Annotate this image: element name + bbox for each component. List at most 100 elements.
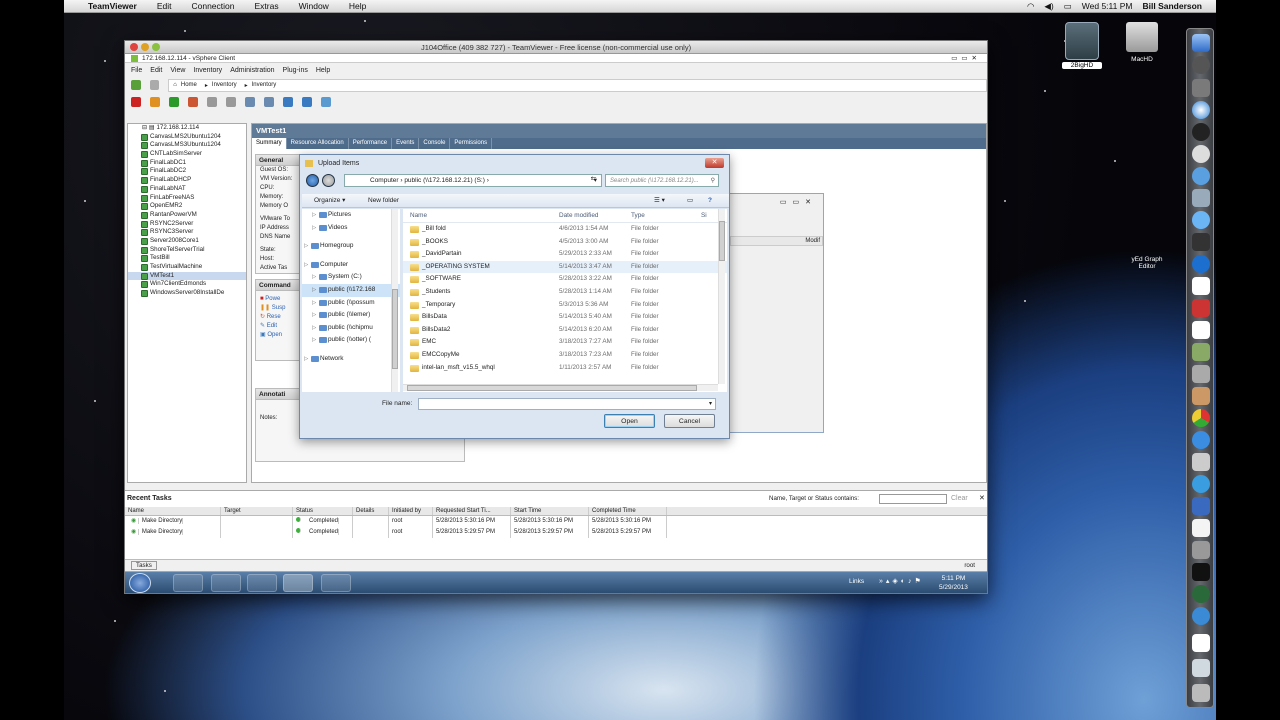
menubar-user[interactable]: Bill Sanderson bbox=[1142, 1, 1202, 12]
minimize-window-button[interactable] bbox=[141, 43, 149, 51]
nav-item[interactable]: ▷ System (C:) bbox=[302, 271, 400, 284]
tree-vm-item[interactable]: Win7ClientEdmonds bbox=[128, 280, 246, 289]
expand-arrow-icon[interactable]: ▷ bbox=[304, 353, 308, 366]
nav-item[interactable]: ▷ public (\\possum bbox=[302, 297, 400, 310]
menu-extras[interactable]: Extras bbox=[255, 1, 279, 11]
cancel-button[interactable]: Cancel bbox=[664, 414, 715, 428]
tree-vm-item[interactable]: FinalLabDC2 bbox=[128, 167, 246, 176]
suspend-icon[interactable] bbox=[150, 97, 160, 107]
menu-help[interactable]: Help bbox=[349, 1, 366, 11]
dock-finder-icon[interactable] bbox=[1192, 34, 1210, 52]
tree-vm-item[interactable]: FinalLabNAT bbox=[128, 185, 246, 194]
forward-icon[interactable] bbox=[149, 80, 160, 90]
power-off-icon[interactable] bbox=[131, 97, 141, 107]
tray-icons[interactable]: »▴◈◐♪⚑ bbox=[879, 577, 924, 585]
template-icon[interactable] bbox=[321, 97, 331, 107]
dock-script-icon[interactable] bbox=[1192, 365, 1210, 383]
clear-link[interactable]: Clear bbox=[951, 491, 968, 507]
dock-launchpad-icon[interactable] bbox=[1192, 56, 1210, 74]
tab-events[interactable]: Events bbox=[392, 138, 420, 149]
back-icon[interactable] bbox=[131, 80, 141, 90]
file-scroll-thumb[interactable] bbox=[719, 221, 725, 261]
migrate-icon[interactable] bbox=[283, 97, 293, 107]
nav-item[interactable]: ▷ public (\\chipmu bbox=[302, 322, 400, 335]
tree-vm-item[interactable]: CanvasLMS3Ubuntu1204 bbox=[128, 141, 246, 150]
desktop-icon-2bighd[interactable]: 2BigHD bbox=[1062, 22, 1102, 69]
tree-host-node[interactable]: ⊟ ▤ 172.168.12.114 bbox=[128, 124, 246, 133]
dock-app-icon[interactable] bbox=[1192, 79, 1210, 97]
menu-window[interactable]: Window bbox=[299, 1, 329, 11]
tab-permissions[interactable]: Permissions bbox=[450, 138, 493, 149]
breadcrumb-home[interactable]: Home bbox=[181, 82, 197, 88]
dock-trash-icon[interactable] bbox=[1192, 684, 1210, 702]
tree-vm-item[interactable]: OpenEMR2 bbox=[128, 202, 246, 211]
expand-icon[interactable]: ⊟ bbox=[142, 124, 149, 131]
windows-start-button[interactable] bbox=[129, 573, 151, 593]
taskbar-explorer-icon[interactable] bbox=[173, 574, 203, 592]
dock-network-icon[interactable] bbox=[1192, 167, 1210, 185]
tab-resource-allocation[interactable]: Resource Allocation bbox=[287, 138, 349, 149]
close-window-button[interactable] bbox=[130, 43, 138, 51]
wifi-icon[interactable]: ◠ bbox=[1027, 1, 1034, 12]
file-hscrollbar[interactable] bbox=[403, 384, 718, 391]
expand-arrow-icon[interactable]: ▷ bbox=[312, 209, 316, 222]
menu-app-teamviewer[interactable]: TeamViewer bbox=[88, 1, 137, 11]
dock-utility-icon[interactable] bbox=[1192, 541, 1210, 559]
breadcrumb-inventory[interactable]: Inventory bbox=[212, 82, 237, 88]
column-name[interactable]: Name bbox=[403, 209, 559, 222]
tab-performance[interactable]: Performance bbox=[349, 138, 393, 149]
dock-mail-icon[interactable] bbox=[1192, 453, 1210, 471]
dock-dashboard-icon[interactable] bbox=[1192, 123, 1210, 141]
search-input[interactable]: Search public (\\172.168.12.21)... ⚲ bbox=[605, 174, 719, 187]
desktop-icon-yed[interactable]: yEd Graph Editor bbox=[1122, 214, 1172, 270]
tree-vm-item[interactable]: CanvasLMS2Ubuntu1204 bbox=[128, 133, 246, 142]
expand-arrow-icon[interactable]: ▷ bbox=[312, 222, 316, 235]
expand-arrow-icon[interactable]: ▷ bbox=[312, 284, 316, 297]
task-column-header[interactable]: Requested Start Ti... bbox=[433, 507, 511, 515]
expand-arrow-icon[interactable]: ▷ bbox=[312, 309, 316, 322]
tree-vm-item[interactable]: CNTLabSimServer bbox=[128, 150, 246, 159]
taskbar-chrome-icon[interactable] bbox=[247, 574, 277, 592]
edit-command[interactable]: ✎ Edit bbox=[256, 322, 300, 331]
dock-downloads-icon[interactable] bbox=[1192, 659, 1210, 677]
nav-item[interactable]: ▷ Pictures bbox=[302, 209, 400, 222]
tree-vm-item[interactable]: RSYNC2Server bbox=[128, 220, 246, 229]
file-row[interactable]: BillsData 5/14/2013 5:40 AM File folder bbox=[403, 311, 727, 324]
menu-view[interactable]: View bbox=[170, 67, 185, 74]
column-size[interactable]: Si bbox=[701, 209, 707, 222]
dock-chrome-icon[interactable] bbox=[1192, 409, 1210, 427]
nav-scrollbar[interactable] bbox=[391, 209, 398, 392]
dock-safari-icon[interactable] bbox=[1192, 101, 1210, 119]
dock-photobooth-icon[interactable] bbox=[1192, 299, 1210, 317]
volume-icon[interactable]: ◀) bbox=[1044, 1, 1053, 12]
dock-document-icon[interactable] bbox=[1192, 634, 1210, 652]
tree-vm-item[interactable]: WindowsServer08InstallDe bbox=[128, 289, 246, 298]
taskbar-links[interactable]: Links bbox=[849, 578, 864, 585]
tree-vm-item[interactable]: Server2008Core1 bbox=[128, 237, 246, 246]
expand-arrow-icon[interactable]: ▷ bbox=[312, 322, 316, 335]
file-name-dropdown-icon[interactable]: ▾ bbox=[709, 400, 712, 407]
column-date-modified[interactable]: Date modified bbox=[559, 209, 631, 222]
refresh-button[interactable]: ⇆ bbox=[587, 175, 600, 186]
address-bar[interactable]: Computer › public (\\172.168.12.21) (S:)… bbox=[344, 174, 602, 187]
dock-photos-icon[interactable] bbox=[1192, 343, 1210, 361]
teamviewer-titlebar[interactable]: J104Office (409 382 727) - TeamViewer - … bbox=[125, 41, 987, 54]
reset-icon[interactable] bbox=[188, 97, 198, 107]
dock-preview-icon[interactable] bbox=[1192, 189, 1210, 207]
tab-summary[interactable]: Summary bbox=[252, 138, 287, 149]
dock-calendar-icon[interactable] bbox=[1192, 277, 1210, 295]
taskbar-ie-icon[interactable] bbox=[211, 574, 241, 592]
nav-item[interactable]: ▷ Network bbox=[302, 353, 400, 366]
open-button[interactable]: Open bbox=[604, 414, 655, 428]
dock-iphoto-icon[interactable] bbox=[1192, 387, 1210, 405]
task-column-header[interactable]: Initiated by bbox=[389, 507, 433, 515]
menu-connection[interactable]: Connection bbox=[191, 1, 234, 11]
expand-arrow-icon[interactable]: ▷ bbox=[312, 297, 316, 310]
taskbar-clock[interactable]: 5:11 PM 5/29/2013 bbox=[939, 574, 968, 592]
back-button[interactable] bbox=[306, 174, 319, 187]
dock-xcode-icon[interactable] bbox=[1192, 497, 1210, 515]
task-column-header[interactable]: Status bbox=[293, 507, 353, 515]
dock-reminders-icon[interactable] bbox=[1192, 321, 1210, 339]
forward-button[interactable] bbox=[322, 174, 335, 187]
expand-arrow-icon[interactable]: ▷ bbox=[304, 259, 308, 272]
